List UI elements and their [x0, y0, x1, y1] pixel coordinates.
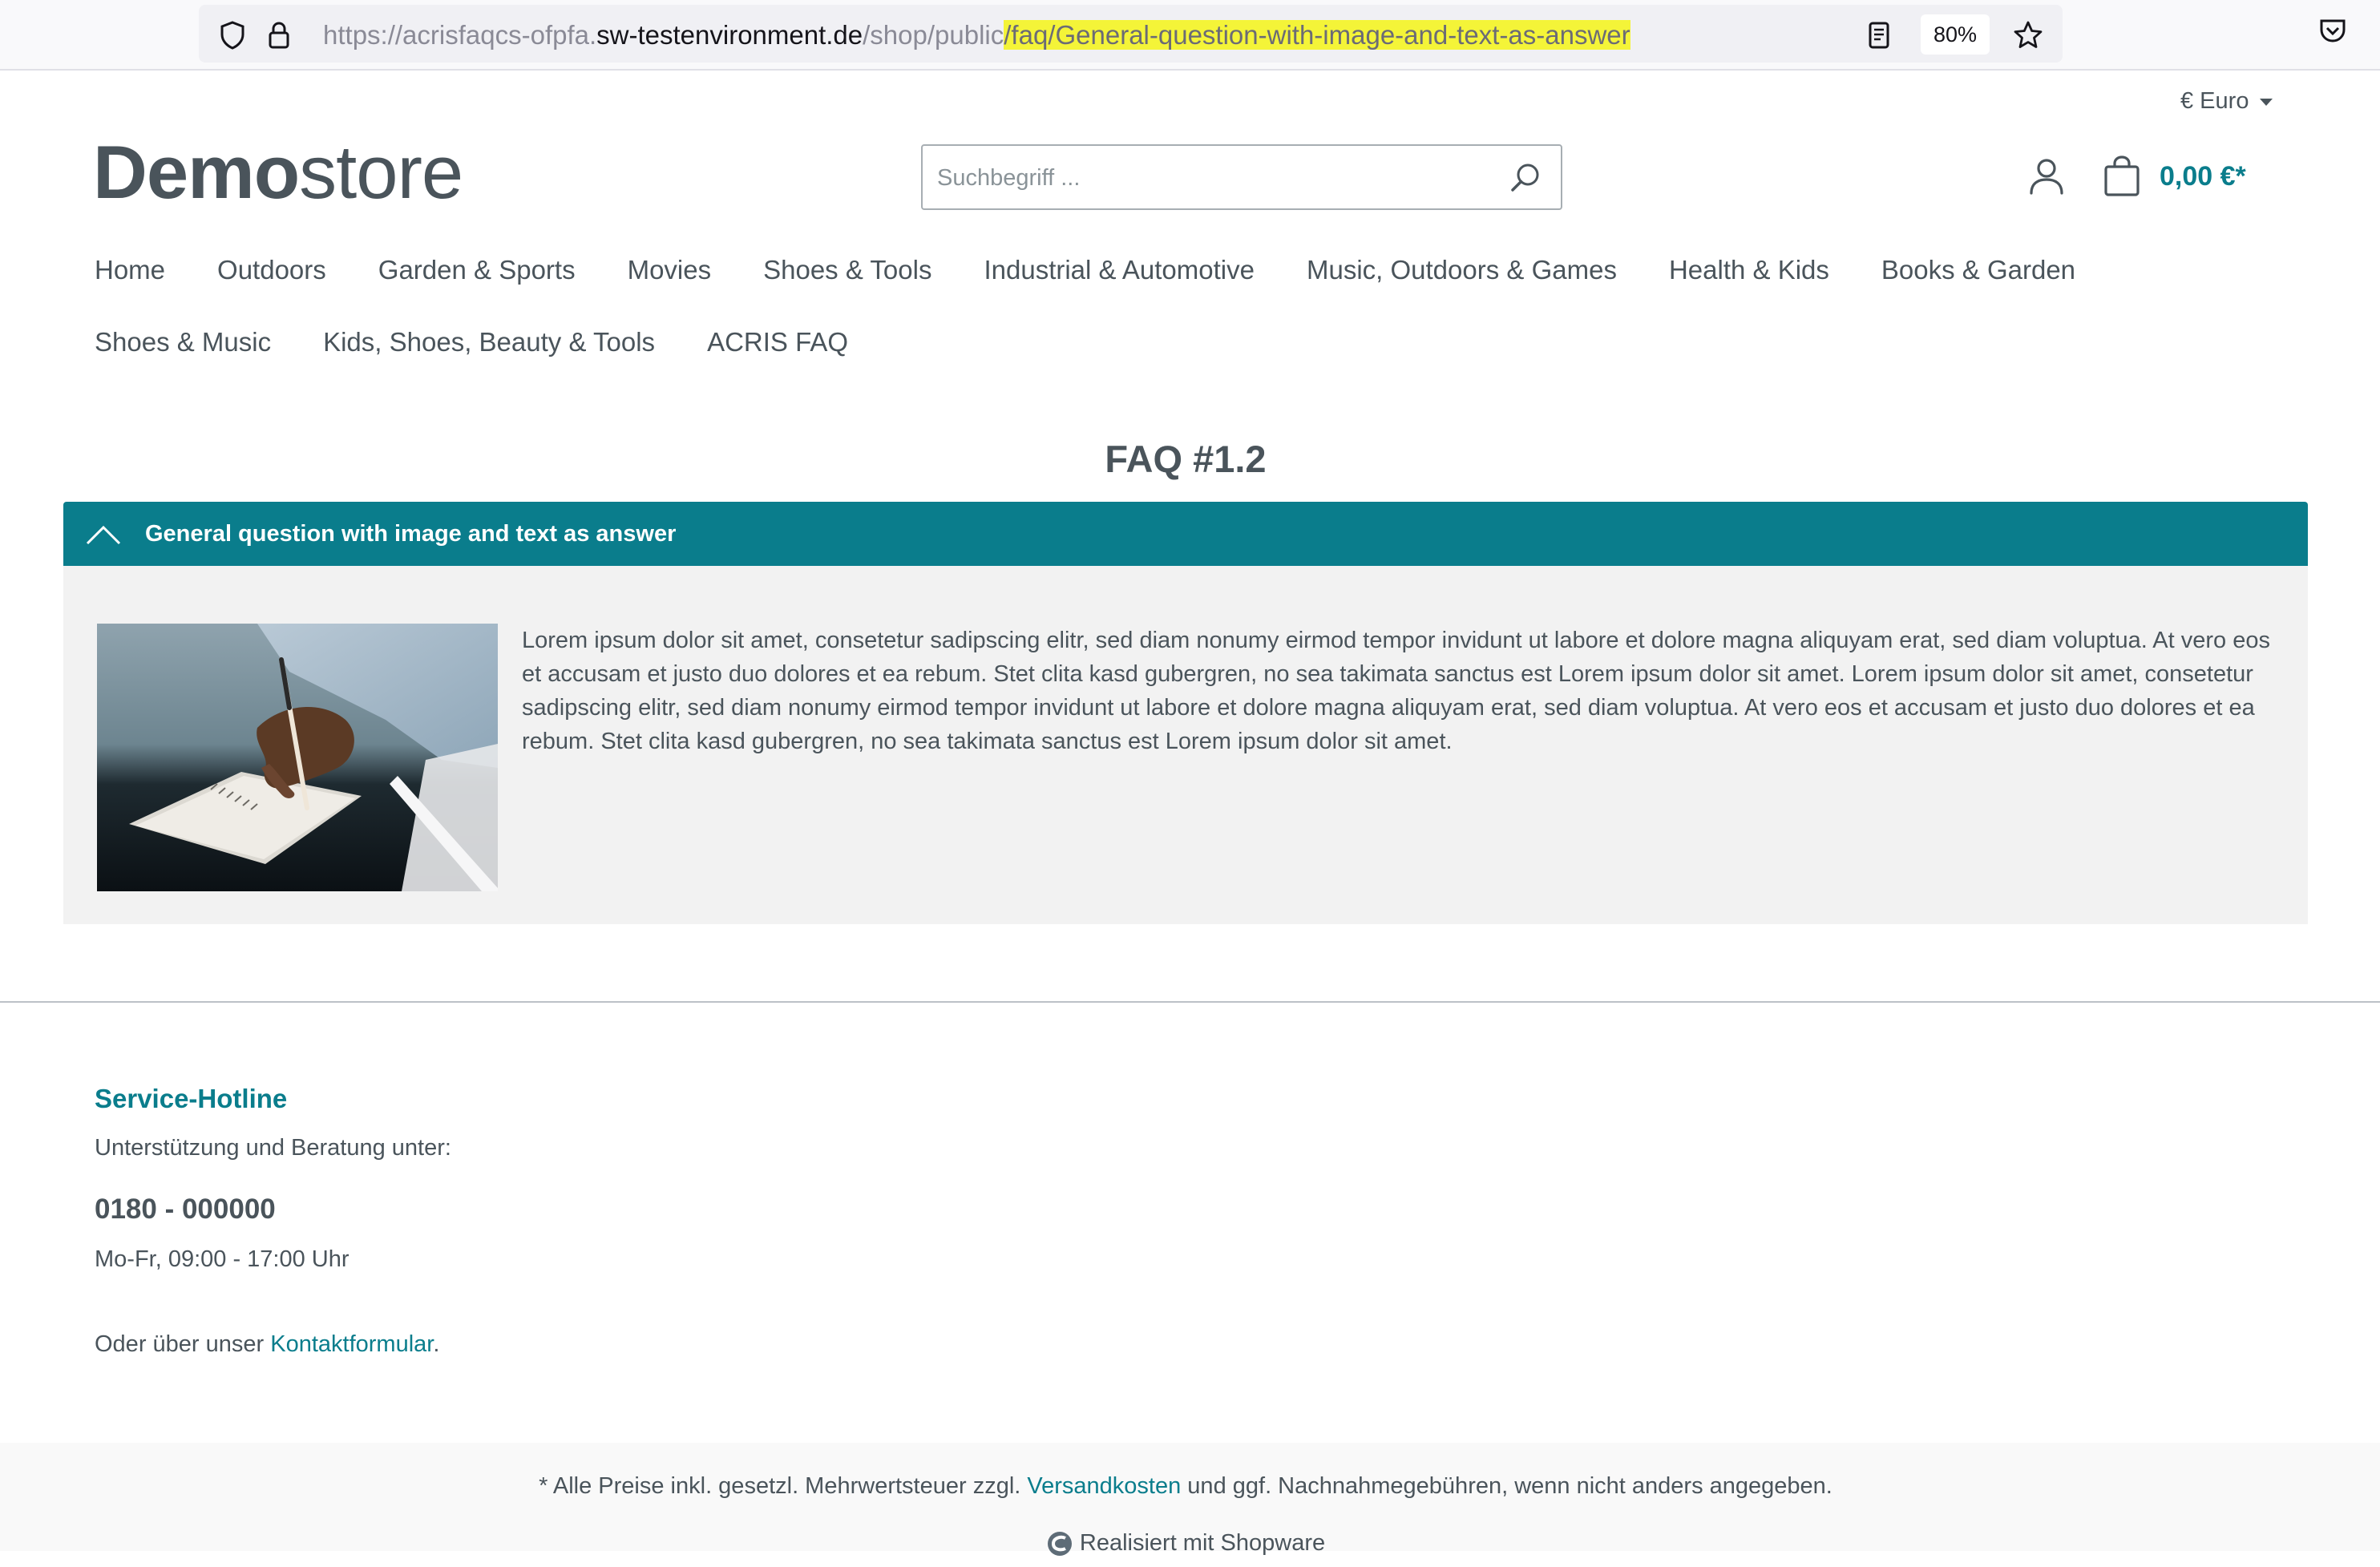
contact-form-link[interactable]: Kontaktformular	[270, 1331, 433, 1357]
shop-logo[interactable]: Demostore	[93, 128, 463, 216]
url-text[interactable]: https://acrisfaqcs-ofpfa.sw-testenvironm…	[323, 16, 1630, 55]
nav-item-outdoors[interactable]: Outdoors	[217, 247, 326, 293]
url-host: sw-testenvironment.de	[596, 20, 863, 50]
nav-row-1: Home Outdoors Garden & Sports Movies Sho…	[95, 247, 2307, 293]
vat-prefix: * Alle Preise inkl. gesetzl. Mehrwertste…	[539, 1473, 1028, 1499]
shield-icon[interactable]	[216, 19, 249, 51]
nav-item-shoes-music[interactable]: Shoes & Music	[95, 319, 271, 365]
url-highlighted-path: /faq/General-question-with-image-and-tex…	[1004, 20, 1630, 50]
nav-item-industrial-automotive[interactable]: Industrial & Automotive	[984, 247, 1255, 293]
shopware-logo-icon	[1046, 1530, 1073, 1557]
nav-item-home[interactable]: Home	[95, 247, 165, 293]
nav-item-books-garden[interactable]: Books & Garden	[1881, 247, 2075, 293]
main-navigation: Home Outdoors Garden & Sports Movies Sho…	[95, 247, 2307, 391]
lock-icon[interactable]	[263, 19, 295, 51]
currency-label: € Euro	[2180, 88, 2249, 114]
nav-item-kids-shoes-beauty-tools[interactable]: Kids, Shoes, Beauty & Tools	[323, 319, 655, 365]
url-path: /shop/public	[863, 20, 1004, 50]
faq-question-text: General question with image and text as …	[145, 521, 677, 547]
contact-suffix: .	[433, 1331, 440, 1357]
caret-down-icon	[2260, 98, 2273, 106]
pocket-icon[interactable]	[2317, 14, 2349, 46]
nav-row-2: Shoes & Music Kids, Shoes, Beauty & Tool…	[95, 319, 2307, 365]
footer-divider	[0, 1001, 2380, 1003]
service-hotline-phone[interactable]: 0180 - 000000	[95, 1189, 276, 1230]
contact-prefix: Oder über unser	[95, 1331, 271, 1357]
url-bar[interactable]: https://acrisfaqcs-ofpfa.sw-testenvironm…	[199, 5, 2063, 63]
vat-notice: * Alle Preise inkl. gesetzl. Mehrwertste…	[0, 1469, 2371, 1503]
shopping-bag-icon[interactable]	[2102, 155, 2142, 197]
currency-switcher[interactable]: € Euro	[2180, 85, 2273, 117]
bookmark-star-icon[interactable]	[2012, 19, 2044, 51]
search-icon[interactable]	[1508, 160, 1543, 196]
search-input[interactable]	[937, 159, 1482, 197]
realized-with-shopware[interactable]: Realisiert mit Shopware	[0, 1526, 2371, 1560]
realized-text: Realisiert mit Shopware	[1079, 1530, 1326, 1556]
logo-light-text: store	[299, 130, 463, 214]
logo-bold-text: Demo	[93, 130, 300, 214]
url-prefix: https://acrisfaqcs-ofpfa.	[323, 20, 597, 50]
vat-suffix: und ggf. Nachnahmegebühren, wenn nicht a…	[1181, 1473, 1832, 1499]
faq-answer-image	[97, 624, 498, 891]
service-hotline-subtitle: Unterstützung und Beratung unter:	[95, 1135, 451, 1161]
nav-item-music-outdoors-games[interactable]: Music, Outdoors & Games	[1307, 247, 1617, 293]
zoom-level-badge[interactable]: 80%	[1921, 14, 1990, 55]
nav-item-acris-faq[interactable]: ACRIS FAQ	[707, 319, 848, 365]
service-hotline-hours: Mo-Fr, 09:00 - 17:00 Uhr	[95, 1246, 350, 1272]
footer-bottom: * Alle Preise inkl. gesetzl. Mehrwertste…	[0, 1443, 2380, 1557]
cart-total[interactable]: 0,00 €*	[2160, 159, 2246, 194]
page-title: FAQ #1.2	[1105, 438, 1267, 480]
shipping-costs-link[interactable]: Versandkosten	[1027, 1473, 1181, 1499]
reader-view-icon[interactable]	[1863, 19, 1895, 51]
faq-answer-panel: Lorem ipsum dolor sit amet, consetetur s…	[63, 566, 2308, 924]
nav-item-movies[interactable]: Movies	[628, 247, 712, 293]
browser-toolbar: https://acrisfaqcs-ofpfa.sw-testenvironm…	[0, 0, 2380, 71]
nav-item-garden-sports[interactable]: Garden & Sports	[378, 247, 576, 293]
service-hotline-title: Service-Hotline	[95, 1084, 288, 1113]
account-icon[interactable]	[2028, 157, 2065, 196]
nav-item-shoes-tools[interactable]: Shoes & Tools	[763, 247, 931, 293]
contact-line: Oder über unser Kontaktformular.	[95, 1327, 439, 1361]
chevron-up-icon	[84, 518, 123, 550]
faq-answer-text: Lorem ipsum dolor sit amet, consetetur s…	[522, 628, 2270, 754]
faq-question-toggle[interactable]: General question with image and text as …	[63, 502, 2308, 566]
nav-item-health-kids[interactable]: Health & Kids	[1669, 247, 1829, 293]
search-bar	[921, 144, 1562, 210]
